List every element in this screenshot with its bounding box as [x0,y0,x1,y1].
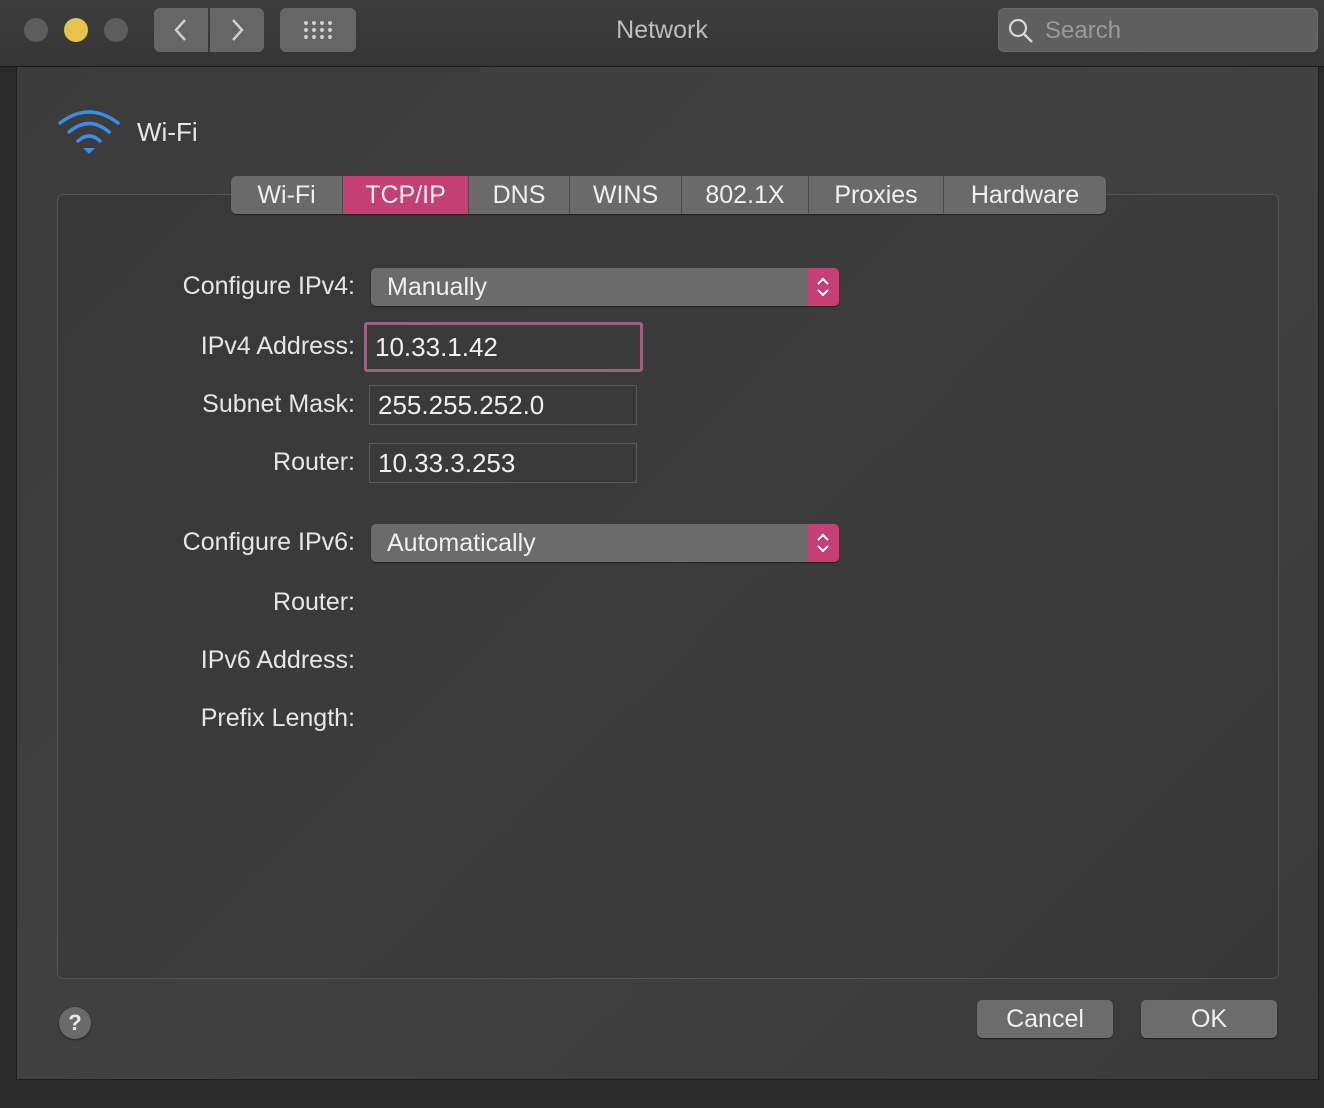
tab-802-1x[interactable]: 802.1X [682,176,809,214]
configure-ipv4-value: Manually [387,273,488,301]
ipv4-address-input[interactable] [367,325,640,369]
forward-button[interactable] [210,8,264,52]
network-sheet: Wi-Fi Wi-Fi TCP/IP DNS WINS 802.1X Proxi… [16,67,1319,1080]
help-button[interactable]: ? [59,1007,91,1039]
ipv4-address-label: IPv4 Address: [200,332,355,360]
forward-chevron-icon [232,19,244,41]
ipv4-address-field[interactable] [364,322,643,372]
stepper-icon [807,268,839,306]
tab-proxies[interactable]: Proxies [809,176,944,214]
stepper-icon [807,524,839,562]
interface-title: Wi-Fi [137,117,198,147]
grid-icon [304,21,332,39]
zoom-window-button[interactable] [104,18,128,42]
subnet-mask-label: Subnet Mask: [202,390,355,418]
show-all-button[interactable] [280,8,356,52]
close-window-button[interactable] [24,18,48,42]
tab-wifi[interactable]: Wi-Fi [231,176,343,214]
configure-ipv6-label: Configure IPv6: [182,528,355,556]
subnet-mask-field[interactable] [369,385,637,425]
tab-bar: Wi-Fi TCP/IP DNS WINS 802.1X Proxies Har… [231,176,1106,214]
router-ipv4-input[interactable] [370,444,636,482]
tab-tcp-ip[interactable]: TCP/IP [343,176,469,214]
search-field[interactable] [998,8,1318,53]
configure-ipv4-select[interactable]: Manually [371,268,839,306]
configure-ipv4-label: Configure IPv4: [182,272,355,300]
router-ipv4-field[interactable] [369,443,637,483]
subnet-mask-input[interactable] [370,386,636,424]
prefix-length-label: Prefix Length: [200,704,355,732]
tab-dns[interactable]: DNS [469,176,570,214]
back-chevron-icon [174,19,186,41]
search-icon [1008,18,1033,43]
ok-button[interactable]: OK [1141,1000,1277,1038]
title-bar: Network [0,0,1324,67]
minimize-window-button[interactable] [64,18,88,42]
search-input[interactable] [1043,9,1307,53]
cancel-button[interactable]: Cancel [977,1000,1113,1038]
ipv6-address-label: IPv6 Address: [200,646,355,674]
configure-ipv6-select[interactable]: Automatically [371,524,839,562]
configure-ipv6-value: Automatically [387,529,536,557]
tab-wins[interactable]: WINS [570,176,682,214]
wifi-icon [58,110,120,154]
router-ipv6-label: Router: [273,588,355,616]
router-ipv4-label: Router: [273,448,355,476]
tab-content-panel [57,194,1279,979]
tab-hardware[interactable]: Hardware [944,176,1106,214]
back-button[interactable] [154,8,208,52]
